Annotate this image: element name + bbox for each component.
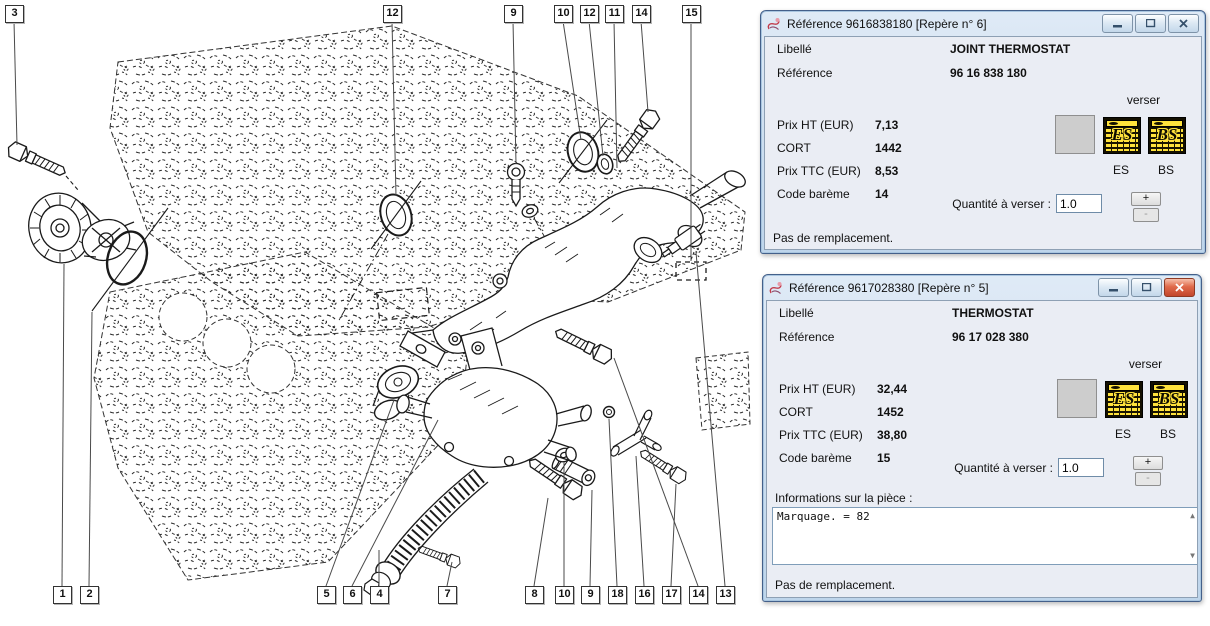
close-button[interactable] (1168, 14, 1199, 33)
quantity-label: Quantité à verser : (917, 461, 1053, 475)
window-reference-9617028380: Référence 9617028380 [Repère n° 5] Libel… (762, 274, 1202, 602)
callout-4[interactable]: 4 (370, 586, 389, 604)
window-title: Référence 9617028380 [Repère n° 5] (789, 281, 1093, 295)
cort-label: CORT (779, 405, 813, 419)
titlebar[interactable]: Référence 9617028380 [Repère n° 5] (766, 275, 1198, 300)
window-title: Référence 9616838180 [Repère n° 6] (787, 17, 1097, 31)
part-image-placeholder (1055, 115, 1095, 154)
es-label: ES (1103, 163, 1139, 177)
bs-label: BS (1150, 427, 1186, 441)
price-ht-label: Prix HT (EUR) (779, 382, 855, 396)
callout-13[interactable]: 13 (716, 586, 735, 604)
callout-16[interactable]: 16 (635, 586, 654, 604)
callout-1[interactable]: 1 (53, 586, 72, 604)
bs-icon-letters: BS (1149, 125, 1185, 145)
maximize-button[interactable] (1135, 14, 1166, 33)
quantity-plus-button[interactable]: + (1133, 456, 1163, 470)
scroll-down-icon[interactable]: ▼ (1190, 552, 1195, 560)
engine-exploded-diagram: 3 12 9 10 12 11 14 15 12 564 7 8 10 9 18 16 17 14 13 (0, 0, 755, 626)
callout-11[interactable]: 11 (605, 5, 624, 23)
callout-12[interactable]: 12 (383, 5, 402, 23)
cort-value: 1452 (877, 405, 904, 419)
titlebar[interactable]: Référence 9616838180 [Repère n° 6] (764, 11, 1202, 36)
quantity-label: Quantité à verser : (915, 197, 1051, 211)
part-info-text: Marquage. = 82 (777, 510, 870, 523)
verser-header: verser (1105, 357, 1186, 371)
window-content: Libellé JOINT THERMOSTAT Référence 96 16… (764, 36, 1202, 250)
libelle-label: Libellé (777, 42, 812, 56)
verser-bs-button[interactable]: BS (1150, 381, 1188, 418)
callout-12[interactable]: 12 (580, 5, 599, 23)
price-ht-value: 7,13 (875, 118, 898, 132)
callout-2[interactable]: 2 (80, 586, 99, 604)
no-replacement-text: Pas de remplacement. (775, 578, 895, 592)
verser-header: verser (1103, 93, 1184, 107)
no-replacement-text: Pas de remplacement. (773, 231, 893, 245)
part-info-label: Informations sur la pièce : (775, 491, 912, 505)
reference-value: 96 17 028 380 (952, 330, 1029, 344)
verser-es-button[interactable]: ES (1103, 117, 1141, 154)
callout-14[interactable]: 14 (632, 5, 651, 23)
maximize-button[interactable] (1131, 278, 1162, 297)
libelle-value: THERMOSTAT (952, 306, 1034, 320)
callout-10[interactable]: 10 (554, 5, 573, 23)
bareme-label: Code barème (777, 187, 850, 201)
java-app-icon (768, 280, 784, 296)
quantity-input[interactable] (1056, 194, 1102, 213)
window-content: Libellé THERMOSTAT Référence 96 17 028 3… (766, 300, 1198, 598)
quantity-input[interactable] (1058, 458, 1104, 477)
callout-7[interactable]: 7 (438, 586, 457, 604)
callout-5[interactable]: 5 (317, 586, 336, 604)
cort-label: CORT (777, 141, 811, 155)
price-ht-label: Prix HT (EUR) (777, 118, 853, 132)
bareme-label: Code barème (779, 451, 852, 465)
price-ttc-label: Prix TTC (EUR) (779, 428, 863, 442)
callout-9[interactable]: 9 (581, 586, 600, 604)
callout-14[interactable]: 14 (689, 586, 708, 604)
price-ttc-label: Prix TTC (EUR) (777, 164, 861, 178)
window-reference-9616838180: Référence 9616838180 [Repère n° 6] Libel… (760, 10, 1206, 254)
bareme-value: 15 (877, 451, 890, 465)
callout-leader-lines (0, 0, 755, 626)
parts-catalog-screen: 3 12 9 10 12 11 14 15 12 564 7 8 10 9 18 16 17 14 13 Référ… (0, 0, 1210, 626)
quantity-plus-button[interactable]: + (1131, 192, 1161, 206)
price-ttc-value: 8,53 (875, 164, 898, 178)
minimize-button[interactable] (1098, 278, 1129, 297)
callout-17[interactable]: 17 (662, 586, 681, 604)
bs-label: BS (1148, 163, 1184, 177)
callout-6[interactable]: 6 (343, 586, 362, 604)
price-ht-value: 32,44 (877, 382, 907, 396)
cort-value: 1442 (875, 141, 902, 155)
minimize-button[interactable] (1102, 14, 1133, 33)
es-icon-letters: ES (1106, 389, 1142, 409)
callout-10[interactable]: 10 (555, 586, 574, 604)
scroll-up-icon[interactable]: ▲ (1190, 512, 1195, 520)
close-button[interactable] (1164, 278, 1195, 297)
callout-18[interactable]: 18 (608, 586, 627, 604)
es-label: ES (1105, 427, 1141, 441)
callout-9[interactable]: 9 (504, 5, 523, 23)
verser-es-button[interactable]: ES (1105, 381, 1143, 418)
quantity-minus-button[interactable]: - (1135, 472, 1161, 486)
libelle-value: JOINT THERMOSTAT (950, 42, 1070, 56)
reference-value: 96 16 838 180 (950, 66, 1027, 80)
bareme-value: 14 (875, 187, 888, 201)
es-icon-letters: ES (1104, 125, 1140, 145)
bs-icon-letters: BS (1151, 389, 1187, 409)
callout-3[interactable]: 3 (5, 5, 24, 23)
reference-label: Référence (779, 330, 834, 344)
libelle-label: Libellé (779, 306, 814, 320)
reference-label: Référence (777, 66, 832, 80)
verser-bs-button[interactable]: BS (1148, 117, 1186, 154)
callout-15[interactable]: 15 (682, 5, 701, 23)
part-info-textarea[interactable]: Marquage. = 82 ▲ ▼ (772, 507, 1198, 565)
part-image-placeholder (1057, 379, 1097, 418)
quantity-minus-button[interactable]: - (1133, 208, 1159, 222)
price-ttc-value: 38,80 (877, 428, 907, 442)
callout-8[interactable]: 8 (525, 586, 544, 604)
java-app-icon (766, 16, 782, 32)
